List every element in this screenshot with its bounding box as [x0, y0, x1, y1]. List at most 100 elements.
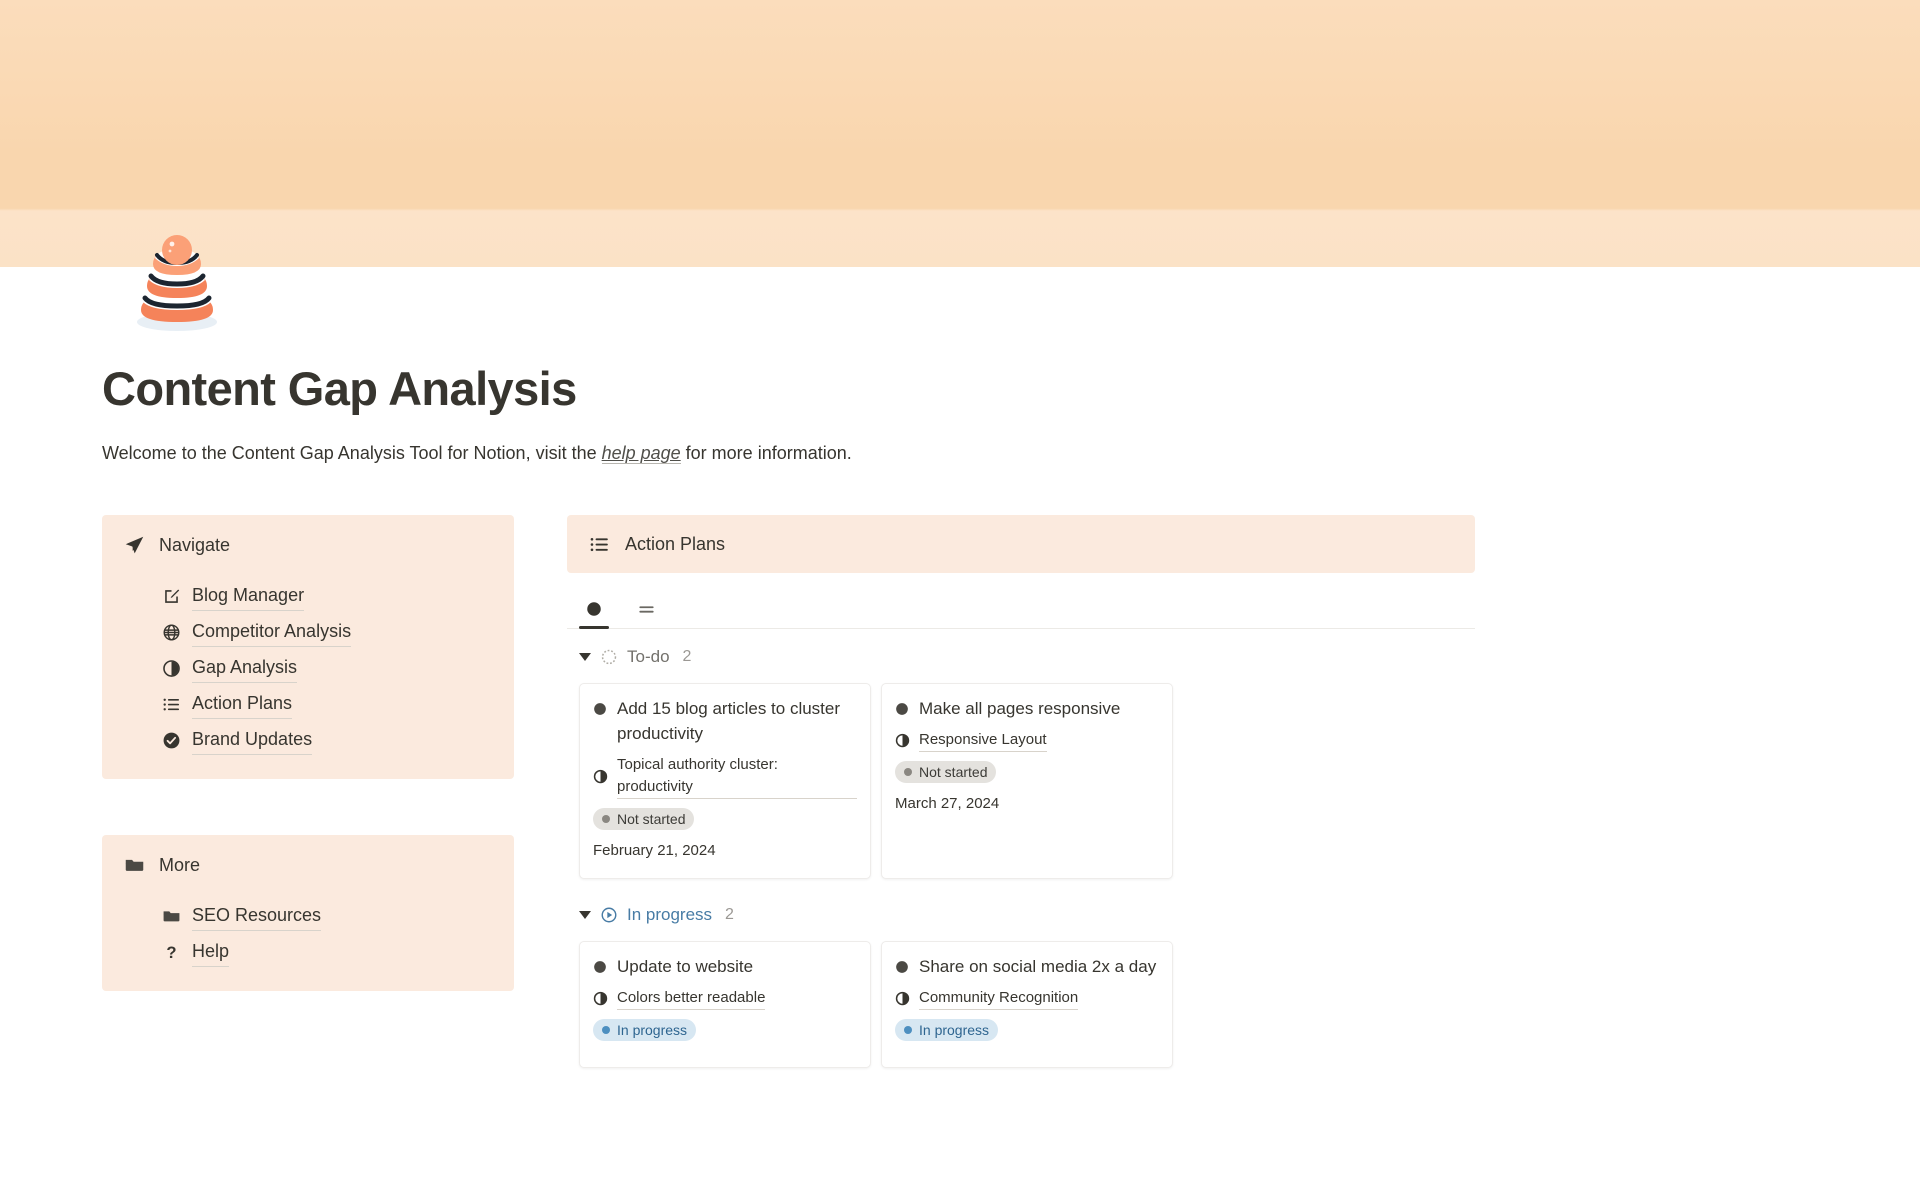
pie-half-icon [895, 733, 910, 748]
sidebar-item-action-plans[interactable]: Action Plans [162, 690, 492, 719]
card-relation-row[interactable]: Colors better readable [593, 987, 857, 1010]
sidebar-item-label: SEO Resources [192, 902, 322, 931]
card-title-row: Add 15 blog articles to cluster producti… [593, 696, 857, 746]
status-badge: Not started [895, 761, 997, 783]
pie-half-icon [593, 991, 608, 1006]
sidebar-item-brand-updates[interactable]: Brand Updates [162, 726, 492, 755]
sidebar-item-blog-manager[interactable]: Blog Manager [162, 582, 492, 611]
group-header[interactable]: To-do 2 [567, 645, 1475, 669]
pie-half-icon [593, 769, 608, 784]
sidebar-item-label: Gap Analysis [192, 654, 298, 683]
subtitle-text-after: for more information. [680, 443, 852, 463]
page-cover [0, 0, 1920, 267]
card-date: March 27, 2024 [895, 795, 1000, 812]
page-content: Content Gap Analysis Welcome to the Cont… [102, 360, 1818, 1068]
card-title-row: Update to website [593, 954, 857, 979]
card-relation-row[interactable]: Responsive Layout [895, 729, 1159, 752]
board-card[interactable]: Share on social media 2x a day Community [881, 941, 1173, 1068]
status-label: In progress [617, 1022, 688, 1038]
more-title: More [159, 855, 201, 875]
status-dot-icon [904, 1026, 912, 1034]
card-title: Add 15 blog articles to cluster producti… [617, 699, 841, 743]
navigate-title: Navigate [159, 535, 231, 555]
card-title: Make all pages responsive [919, 699, 1121, 718]
two-column-layout: Navigate Blog Manager Competitor Analysi… [102, 515, 1818, 1068]
list-icon [589, 534, 610, 555]
card-relation-row[interactable]: Community Recognition [895, 987, 1159, 1010]
left-column: Navigate Blog Manager Competitor Analysi… [102, 515, 514, 991]
group-count: 2 [725, 906, 734, 923]
right-column: Action Plans To-do 2 Add 15 blog article… [567, 515, 1475, 1068]
card-title: Update to website [617, 957, 754, 976]
edit-square-icon [162, 587, 181, 606]
pie-half-icon [162, 659, 181, 678]
filled-circle-icon [593, 960, 607, 974]
card-relation-row[interactable]: Topical authority cluster: productivity [593, 754, 857, 799]
layered-cake-icon[interactable] [125, 222, 229, 332]
more-header: More [124, 852, 492, 878]
card-relation-label: Responsive Layout [919, 729, 1047, 752]
board-card[interactable]: Add 15 blog articles to cluster producti… [579, 683, 871, 879]
sidebar-item-gap-analysis[interactable]: Gap Analysis [162, 654, 492, 683]
globe-icon [162, 623, 181, 642]
group-name: To-do [627, 647, 670, 666]
filled-circle-icon [593, 702, 607, 716]
action-plans-title: Action Plans [625, 534, 726, 554]
question-mark-icon: ? [162, 943, 181, 962]
card-relation-label: Colors better readable [617, 987, 766, 1010]
folder-icon [162, 907, 181, 926]
group-cards: Update to website Colors better readable [567, 941, 1475, 1068]
group-name: In progress [627, 905, 713, 924]
check-circle-icon [162, 731, 181, 750]
status-label: Not started [617, 811, 686, 827]
more-list: SEO Resources ? Help [124, 902, 492, 967]
filled-circle-icon [895, 960, 909, 974]
database-view-tabs [567, 591, 1475, 629]
group-cards: Add 15 blog articles to cluster producti… [567, 683, 1475, 879]
status-dot-icon [602, 1026, 610, 1034]
chevron-down-icon[interactable] [579, 911, 591, 919]
page-subtitle: Welcome to the Content Gap Analysis Tool… [102, 440, 1818, 467]
table-view-tab[interactable] [631, 590, 662, 628]
group-header[interactable]: In progress 2 [567, 903, 1475, 927]
filled-circle-icon [585, 600, 603, 618]
card-title-row: Make all pages responsive [895, 696, 1159, 721]
paper-plane-icon [124, 535, 145, 556]
group-count: 2 [682, 648, 692, 665]
equals-lines-icon [637, 600, 656, 619]
sidebar-item-competitor-analysis[interactable]: Competitor Analysis [162, 618, 492, 647]
page-title: Content Gap Analysis [102, 362, 577, 415]
status-dot-icon [904, 768, 912, 776]
chevron-down-icon[interactable] [579, 653, 591, 661]
filled-circle-icon [895, 702, 909, 716]
board-view-tab[interactable] [579, 590, 609, 629]
help-page-link[interactable]: help page [601, 443, 681, 464]
board-card[interactable]: Make all pages responsive Responsive Lay [881, 683, 1173, 879]
sidebar-item-label: Brand Updates [192, 726, 313, 755]
sidebar-item-seo-resources[interactable]: SEO Resources [162, 902, 492, 931]
list-icon [162, 695, 181, 714]
status-badge: In progress [895, 1019, 999, 1041]
dashed-circle-icon [600, 648, 618, 666]
board-card[interactable]: Update to website Colors better readable [579, 941, 871, 1068]
card-title-row: Share on social media 2x a day [895, 954, 1159, 979]
svg-text:?: ? [166, 943, 176, 962]
subtitle-text-before: Welcome to the Content Gap Analysis Tool… [102, 443, 602, 463]
sidebar-item-label: Action Plans [192, 690, 293, 719]
notion-page: Content Gap Analysis Welcome to the Cont… [0, 0, 1920, 1199]
card-relation-label: Topical authority cluster: productivity [617, 754, 857, 799]
navigate-callout: Navigate Blog Manager Competitor Analysi… [102, 515, 514, 779]
play-circle-icon [600, 906, 618, 924]
board-group-in-progress: In progress 2 Update to website Colors b… [567, 903, 1475, 1068]
sidebar-item-help[interactable]: ? Help [162, 938, 492, 967]
sidebar-item-label: Help [192, 938, 230, 967]
pie-half-icon [895, 991, 910, 1006]
sidebar-item-label: Competitor Analysis [192, 618, 352, 647]
card-title: Share on social media 2x a day [919, 957, 1157, 976]
sidebar-item-label: Blog Manager [192, 582, 305, 611]
navigate-header: Navigate [124, 532, 492, 558]
more-callout: More SEO Resources ? Help [102, 835, 514, 991]
status-badge: Not started [593, 808, 695, 830]
card-relation-label: Community Recognition [919, 987, 1079, 1010]
action-plans-callout: Action Plans [567, 515, 1475, 573]
